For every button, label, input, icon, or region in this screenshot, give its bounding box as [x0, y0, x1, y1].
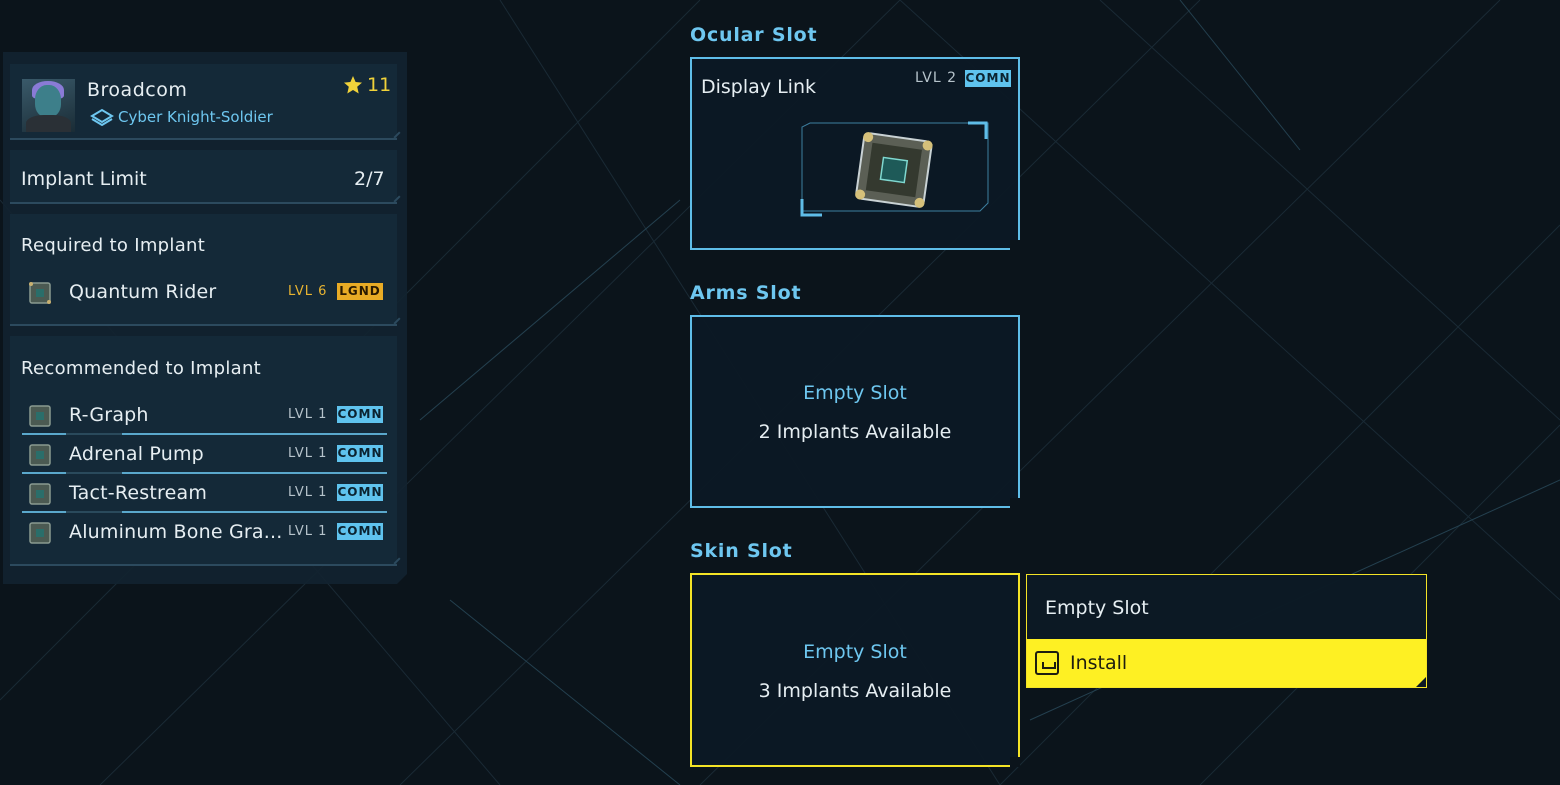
- ocular-slot-title: Ocular Slot: [690, 24, 818, 46]
- rarity-badge: COMN: [337, 484, 383, 501]
- spacebar-key-icon: [1035, 651, 1059, 675]
- level-star-icon: [344, 76, 362, 94]
- character-avatar: [22, 79, 75, 132]
- implant-preview-icon: [800, 121, 989, 217]
- implant-name: Aluminum Bone Gra...: [69, 521, 283, 543]
- implant-level: LVL 1: [288, 485, 328, 500]
- context-menu-title: Empty Slot: [1045, 597, 1149, 619]
- install-button[interactable]: Install: [1027, 639, 1426, 687]
- implant-chip-icon: [29, 282, 51, 304]
- row-underline: [22, 433, 387, 435]
- character-name: Broadcom: [87, 79, 188, 101]
- divider: [10, 324, 397, 326]
- implant-chip-icon: [29, 522, 51, 544]
- implants-available: 3 Implants Available: [758, 680, 952, 702]
- character-level: 11: [343, 74, 392, 96]
- ocular-implant-name: Display Link: [701, 76, 816, 98]
- row-underline: [22, 472, 387, 474]
- skin-slot[interactable]: Empty Slot 3 Implants Available: [690, 573, 1020, 767]
- ocular-implant-level: LVL 2: [915, 70, 957, 86]
- skin-slot-title: Skin Slot: [690, 540, 793, 562]
- rarity-badge: COMN: [337, 445, 383, 462]
- slot-status: Empty Slot: [803, 641, 907, 663]
- arms-slot[interactable]: Empty Slot 2 Implants Available: [690, 315, 1020, 508]
- divider: [10, 202, 397, 204]
- implant-level: LVL 1: [288, 407, 328, 422]
- install-label: Install: [1070, 652, 1128, 674]
- implant-chip-icon: [29, 405, 51, 427]
- implant-level: LVL 6: [288, 284, 328, 299]
- divider: [10, 138, 397, 140]
- required-implant-row[interactable]: Quantum Rider LVL 6 LGND: [22, 276, 387, 310]
- row-underline: [22, 511, 387, 513]
- divider: [10, 564, 397, 566]
- implant-name: Adrenal Pump: [69, 443, 204, 465]
- slot-context-menu: Empty Slot Install: [1026, 574, 1427, 688]
- class-label: Cyber Knight-Soldier: [118, 108, 273, 126]
- implant-level: LVL 1: [288, 524, 328, 539]
- implant-name: Quantum Rider: [69, 281, 217, 303]
- class-icon: [90, 108, 114, 126]
- rarity-badge: COMN: [965, 70, 1011, 87]
- rarity-badge: COMN: [337, 406, 383, 423]
- implant-limit-value: 2/7: [354, 168, 385, 190]
- recommended-title: Recommended to Implant: [21, 358, 262, 379]
- slot-status: Empty Slot: [803, 382, 907, 404]
- implant-name: Tact-Restream: [69, 482, 208, 504]
- implants-available: 2 Implants Available: [758, 421, 952, 443]
- implant-level: LVL 1: [288, 446, 328, 461]
- recommended-implant-row[interactable]: Tact-Restream LVL 1 COMN: [22, 477, 387, 511]
- level-value: 11: [367, 74, 392, 96]
- rarity-badge: LGND: [337, 283, 383, 300]
- recommended-implant-row[interactable]: Adrenal Pump LVL 1 COMN: [22, 438, 387, 472]
- implant-chip-icon: [29, 483, 51, 505]
- rarity-badge: COMN: [337, 523, 383, 540]
- implant-chip-icon: [29, 444, 51, 466]
- recommended-implant-row[interactable]: R-Graph LVL 1 COMN: [22, 399, 387, 433]
- implant-name: R-Graph: [69, 404, 149, 426]
- recommended-implant-row[interactable]: Aluminum Bone Gra... LVL 1 COMN: [22, 516, 387, 550]
- required-title: Required to Implant: [21, 235, 206, 256]
- ocular-slot[interactable]: Display Link LVL 2 COMN: [690, 57, 1020, 250]
- implant-limit-label: Implant Limit: [21, 168, 147, 190]
- arms-slot-title: Arms Slot: [690, 282, 802, 304]
- character-class: Cyber Knight-Soldier: [90, 107, 273, 127]
